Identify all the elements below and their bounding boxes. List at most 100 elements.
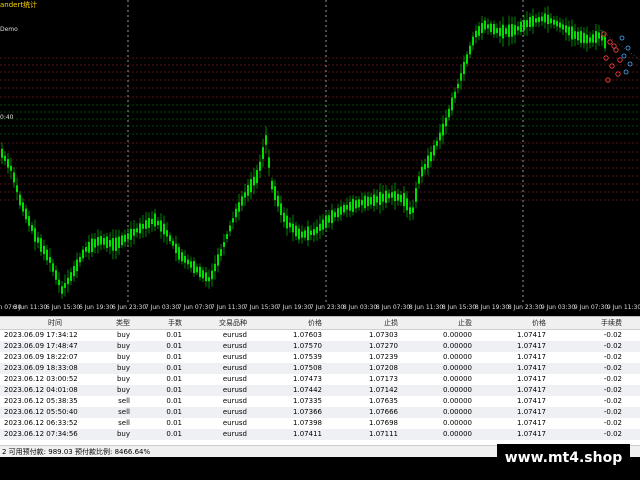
candle-body [436,141,438,146]
trade-table-header: 时间 类型 手数 交易品种 价格 止损 止盈 价格 手续费 [0,317,640,330]
price-chart[interactable]: andert统计 Demo 0:40 [0,0,640,302]
trade-row[interactable]: 2023.06.12 05:38:35 sell 0.01 eurusd 1.07335… [0,396,640,407]
candle-body [304,230,306,238]
trade-row[interactable]: 2023.06.12 03:00:52 buy 0.01 eurusd 1.07473 1… [0,374,640,385]
trade-cell: 1.07270 [369,342,398,350]
candle-body [580,31,582,43]
x-tick-label: 6 Jun 23:30 [111,304,147,311]
trade-cell: eurusd [222,397,247,405]
candle-body [361,199,363,206]
trade-cell: 2023.06.09 17:48:47 [4,342,78,350]
candle-body [169,235,171,242]
trade-cell: 1.07417 [517,408,546,416]
candle-body [76,259,78,272]
candle-body [433,145,435,156]
candle-body [376,196,378,203]
candle-body [7,159,9,168]
candle-body [37,237,39,243]
candle-body [298,228,300,240]
candle-body [160,220,162,232]
candle-body [343,205,345,213]
candle-body [271,180,273,190]
candle-body [142,223,144,229]
trade-cell: 0.00000 [443,353,472,361]
candle-body [223,242,225,248]
candle-body [331,210,333,224]
candle-body [529,17,531,27]
trade-row[interactable]: 2023.06.09 17:34:12 buy 0.01 eurusd 1.07603 1… [0,330,640,341]
candle-body [514,25,516,35]
candle-body [154,213,156,227]
trade-cell: 0.00000 [443,364,472,372]
column-header[interactable]: 止损 [384,317,398,329]
column-header[interactable]: 类型 [116,317,130,329]
trade-marker-icon [617,57,623,63]
trade-cell: 1.07111 [369,430,398,438]
candle-body [238,202,240,212]
trade-cell: 1.07417 [517,375,546,383]
candle-body [463,61,465,75]
candle-body [349,202,351,211]
column-header[interactable]: 价格 [532,317,546,329]
candle-body [121,235,123,246]
candle-body [106,236,108,249]
candle-body [457,83,459,89]
trade-cell: 0.00000 [443,342,472,350]
candle-body [262,147,264,160]
trade-cell: 1.07417 [517,353,546,361]
column-header[interactable]: 价格 [308,317,322,329]
candle-body [454,91,456,99]
candle-body [136,228,138,233]
candle-body [163,223,165,235]
candle-body [451,97,453,111]
candle-body [118,236,120,249]
trade-cell: 1.07366 [293,408,322,416]
trade-cell: 0.01 [166,331,182,339]
candle-body [559,22,561,28]
column-header[interactable]: 手数 [168,317,182,329]
trade-row[interactable]: 2023.06.12 05:50:40 sell 0.01 eurusd 1.07366… [0,407,640,418]
candle-body [505,28,507,35]
trade-row[interactable]: 2023.06.09 18:22:07 buy 0.01 eurusd 1.07539 1… [0,352,640,363]
column-header[interactable]: 手续费 [601,317,622,329]
trade-row[interactable]: 2023.06.09 18:33:08 buy 0.01 eurusd 1.07508 1… [0,363,640,374]
trade-cell: eurusd [222,430,247,438]
column-header[interactable]: 时间 [48,317,62,329]
candle-body [406,198,408,211]
candle-body [184,255,186,263]
trade-cell: 0.01 [166,353,182,361]
candle-body [316,226,318,234]
candle-body [484,20,486,30]
trade-row[interactable]: 2023.06.12 07:34:56 buy 0.01 eurusd 1.07411 1… [0,429,640,440]
trade-row[interactable]: 2023.06.12 06:33:52 sell 0.01 eurusd 1.07398… [0,418,640,429]
candle-body [340,206,342,215]
candle-body [91,238,93,253]
candle-body [214,263,216,272]
trade-row[interactable]: 2023.06.09 17:48:47 buy 0.01 eurusd 1.07570 1… [0,341,640,352]
candle-body [523,20,525,31]
trade-cell: buy [116,331,130,339]
candle-body [373,194,375,206]
candle-body [61,286,63,294]
candle-body [256,170,258,183]
trade-cell: 1.07603 [293,331,322,339]
trade-marker-icon [619,35,625,41]
x-tick-label: 8 Jun 23:30 [507,304,543,311]
x-tick-label: 6 Jun 19:30 [78,304,114,311]
candle-body [172,240,174,246]
column-header[interactable]: 止盈 [458,317,472,329]
trade-cell: -0.02 [603,386,622,394]
trade-cell: -0.02 [603,331,622,339]
candle-body [265,135,267,145]
trade-cell: 0.00000 [443,331,472,339]
candle-body [319,223,321,231]
candle-body [565,25,567,33]
candle-body [196,266,198,273]
candle-body [541,16,543,22]
x-tick-label: 7 Jun 03:30 [144,304,180,311]
trade-row[interactable]: 2023.06.12 04:01:08 buy 0.01 eurusd 1.07442 1… [0,385,640,396]
candle-body [397,193,399,201]
trade-terminal: 时间 类型 手数 交易品种 价格 止损 止盈 价格 手续费 2023.06.09 17:34:1… [0,316,640,457]
trade-cell: buy [116,342,130,350]
column-header[interactable]: 交易品种 [219,317,247,329]
